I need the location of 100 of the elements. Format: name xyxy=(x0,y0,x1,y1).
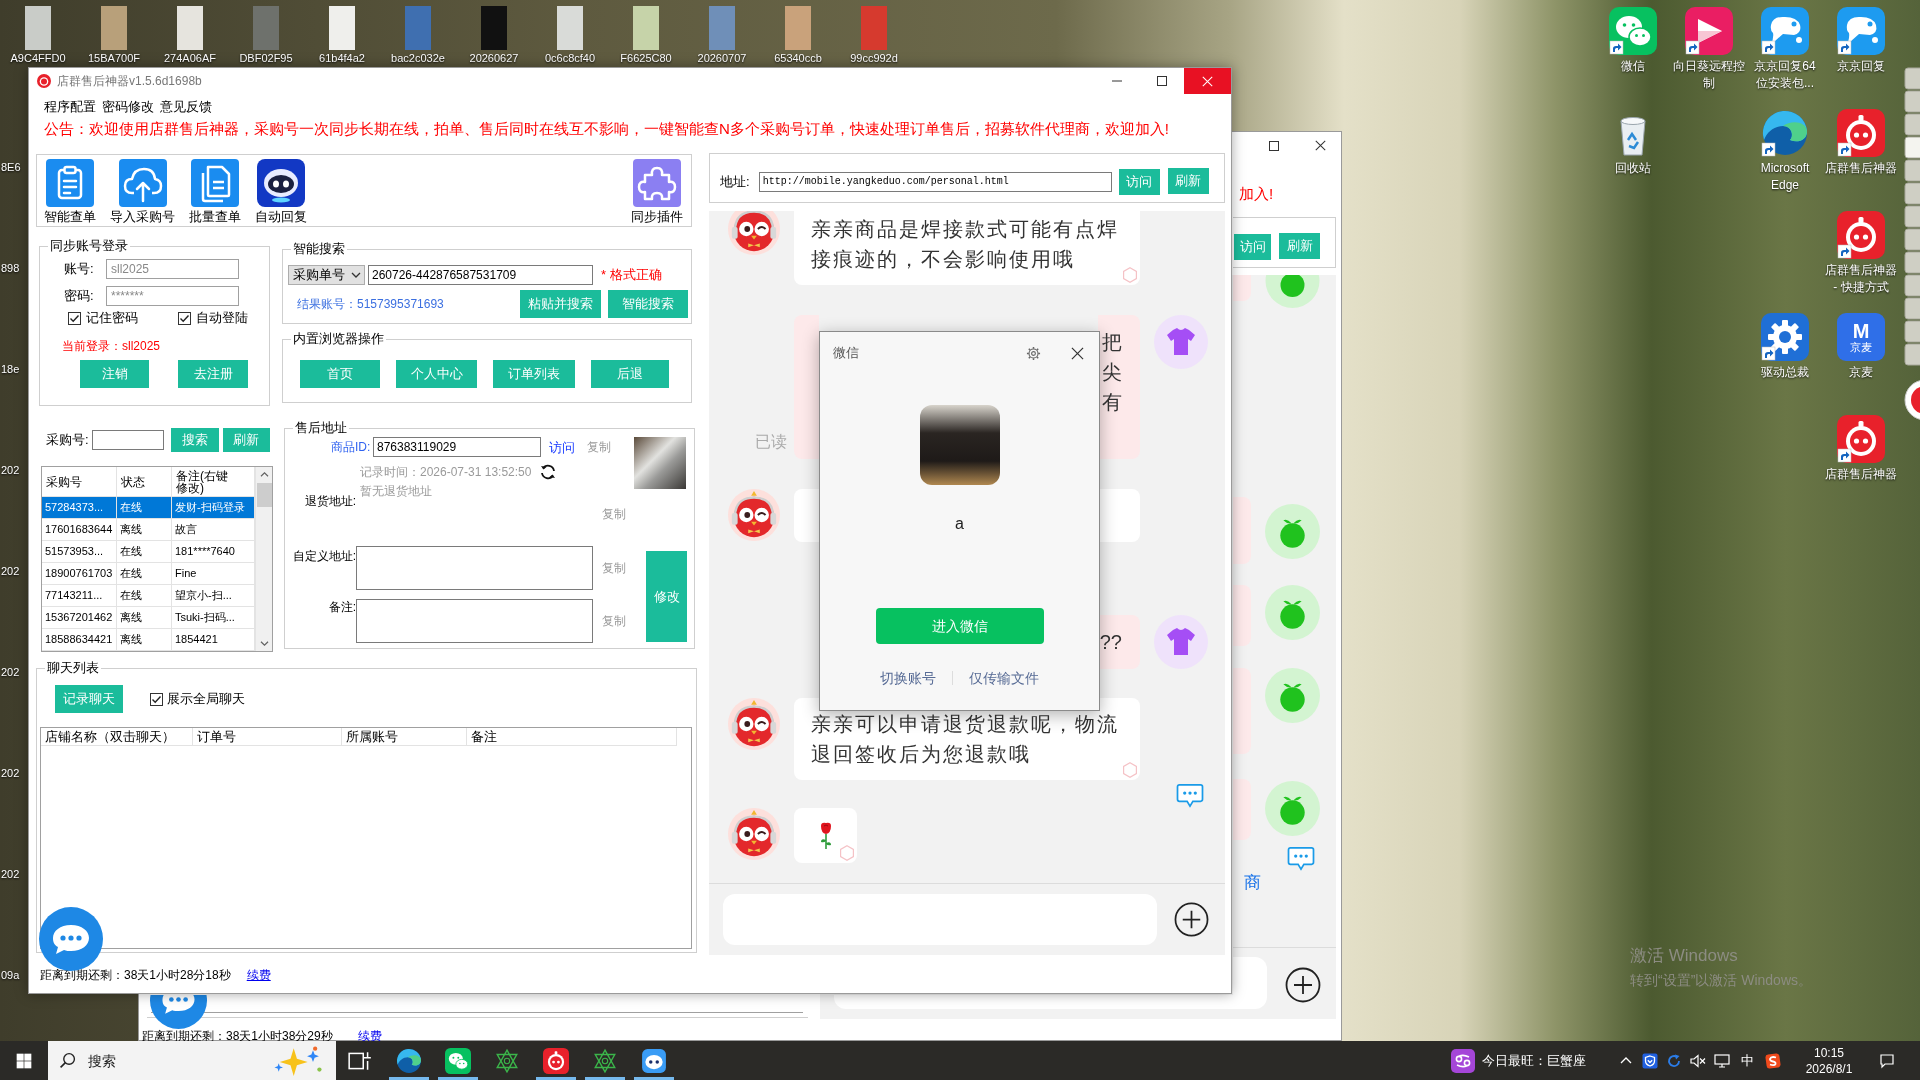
clock-date[interactable]: 2026/8/1 xyxy=(1805,1060,1853,1077)
close-icon[interactable] xyxy=(1315,140,1326,151)
desktop-shortcut[interactable]: 京京回复64位安装包... xyxy=(1747,5,1823,92)
type-dropdown[interactable]: 采购单号 xyxy=(288,265,365,285)
desktop-file[interactable]: 61b4f4a2 xyxy=(304,0,380,66)
maximize-icon[interactable] xyxy=(1156,76,1167,86)
desktop-file[interactable]: DBF02F95 xyxy=(228,0,304,66)
desktop-icon-label[interactable]: 202 xyxy=(1,665,21,679)
table-row[interactable]: 57284373... 在线 发财-扫码登录 xyxy=(42,497,255,519)
file-transfer-link[interactable]: 仅传输文件 xyxy=(969,669,1039,687)
apple-avatar-icon xyxy=(1265,275,1320,308)
message-input[interactable] xyxy=(834,995,1267,1009)
message-input[interactable] xyxy=(1233,957,1267,995)
table-row[interactable]: 17601683644 离线 故言 xyxy=(42,519,255,541)
speaker-muted-icon[interactable] xyxy=(1690,1052,1706,1069)
renew-link[interactable]: 续费 xyxy=(246,968,271,982)
column-header[interactable]: 备注 xyxy=(467,728,677,746)
plus-icon[interactable] xyxy=(1174,902,1209,937)
purchase-number-field[interactable] xyxy=(91,430,164,450)
settings-icon[interactable] xyxy=(1026,345,1041,361)
checkbox[interactable] xyxy=(178,311,191,325)
plus-icon[interactable] xyxy=(1285,967,1321,1003)
toolbar-button[interactable]: 导入采购号 xyxy=(110,159,175,224)
visit-link[interactable]: 访问 xyxy=(549,437,575,459)
column-header[interactable]: 订单号 xyxy=(193,728,342,746)
desktop-file[interactable]: bac2c032e xyxy=(380,0,456,66)
menu-item[interactable]: 意见反馈 xyxy=(160,97,212,117)
swoosh-icon[interactable] xyxy=(1765,1052,1781,1069)
desktop-icon-label[interactable]: 898 xyxy=(1,261,21,275)
account-field[interactable]: sll2025 xyxy=(106,259,239,279)
start-icon[interactable] xyxy=(16,1052,32,1069)
sync-icon[interactable] xyxy=(1666,1052,1682,1069)
desktop-icon-label[interactable]: 18e xyxy=(1,362,21,376)
menu-item[interactable]: 程序配置 xyxy=(44,97,96,117)
custom-address-field[interactable] xyxy=(356,546,593,590)
table-row[interactable]: 51573953... 在线 181****7640 xyxy=(42,541,255,563)
product-id-field[interactable]: 876383119029 xyxy=(373,437,541,457)
desktop-icon-label[interactable]: 09a xyxy=(1,968,21,982)
input-mode-indicator[interactable]: 中 xyxy=(1740,1050,1754,1071)
toolbar-button[interactable]: 自动回复 xyxy=(255,159,307,224)
zodiac-sign-icon[interactable] xyxy=(1451,1048,1475,1073)
desktop-file[interactable]: 65340ccb xyxy=(760,0,836,66)
desktop-icon-label[interactable]: 8E6 xyxy=(1,160,21,174)
table-row[interactable]: 15367201462 离线 Tsuki-扫码... xyxy=(42,607,255,629)
checkbox-label: 自动登陆 xyxy=(196,311,248,325)
desktop-file[interactable]: 20260627 xyxy=(456,0,532,66)
desktop-shortcut[interactable]: 驱动总裁 xyxy=(1747,311,1823,381)
toolbar-button[interactable]: 智能查单 xyxy=(44,159,96,224)
widget-text[interactable]: 今日最旺：巨蟹座 xyxy=(1482,1050,1586,1071)
refresh-icon[interactable] xyxy=(539,463,558,481)
clock-time[interactable]: 10:15 xyxy=(1814,1044,1844,1061)
monitor-icon[interactable] xyxy=(1714,1052,1730,1069)
desktop-shortcut[interactable]: 店群售后神器 - 快捷方式 xyxy=(1823,209,1899,296)
message-bubble xyxy=(1233,497,1251,564)
password-field[interactable]: ******* xyxy=(106,286,239,306)
switch-account-link[interactable]: 切换账号 xyxy=(880,669,936,687)
shield-icon[interactable] xyxy=(1642,1052,1658,1069)
desktop-file[interactable]: 99cc992d xyxy=(836,0,912,66)
menu-item[interactable]: 密码修改 xyxy=(102,97,154,117)
desktop-shortcut[interactable]: Microsoft Edge xyxy=(1747,107,1823,194)
toolbar-button[interactable]: 批量查单 xyxy=(189,159,241,224)
desktop-icon-label[interactable]: 202 xyxy=(1,463,21,477)
notification-icon[interactable] xyxy=(1879,1052,1895,1069)
desktop-file[interactable]: 20260707 xyxy=(684,0,760,66)
desktop-file[interactable]: 0c6c8cf40 xyxy=(532,0,608,66)
desktop-shortcut[interactable]: M 京麦 京麦 xyxy=(1823,311,1899,381)
table-row[interactable]: 77143211... 在线 望京小-扫... xyxy=(42,585,255,607)
desktop-file[interactable]: 15BA700F xyxy=(76,0,152,66)
desktop-file[interactable]: F6625C80 xyxy=(608,0,684,66)
chat-icon[interactable] xyxy=(1287,846,1315,871)
checkbox[interactable] xyxy=(150,692,163,706)
table-row[interactable]: 18900761703 在线 Fine xyxy=(42,563,255,585)
table-row[interactable]: 18588634421 离线 1854421 xyxy=(42,629,255,651)
close-icon[interactable] xyxy=(1071,346,1084,360)
toolbar-button[interactable]: 同步插件 xyxy=(631,159,683,224)
desktop-shortcut[interactable]: 店群售后神器 xyxy=(1823,107,1899,177)
url-field[interactable]: http://mobile.yangkeduo.com/personal.html xyxy=(758,172,1112,192)
chat-link[interactable]: 商 xyxy=(1244,873,1261,893)
desktop-shortcut[interactable]: 京京回复 xyxy=(1823,5,1899,75)
checkbox[interactable] xyxy=(68,311,81,325)
maximize-icon[interactable] xyxy=(1269,141,1279,151)
desktop-icon-label[interactable]: 202 xyxy=(1,867,21,881)
desktop-shortcut[interactable]: 店群售后神器 xyxy=(1823,413,1899,483)
column-header[interactable]: 所属账号 xyxy=(342,728,467,746)
note-field[interactable] xyxy=(356,599,593,643)
search-field[interactable]: 搜索 xyxy=(88,1048,208,1073)
search-bar[interactable]: 搜索 xyxy=(48,1041,336,1080)
desktop-icon-label[interactable]: 202 xyxy=(1,766,21,780)
query-field[interactable]: 260726-442876587531709 xyxy=(368,265,593,285)
scrollbar-thumb[interactable] xyxy=(256,483,272,507)
desktop-shortcut[interactable]: 回收站 xyxy=(1595,107,1671,177)
column-header[interactable]: 店铺名称（双击聊天） xyxy=(41,728,193,746)
desktop-icon-label[interactable]: 202 xyxy=(1,564,21,578)
desktop-shortcut[interactable]: 向日葵远程控制 xyxy=(1671,5,1747,92)
chat-icon[interactable] xyxy=(1176,783,1204,808)
desktop-file[interactable]: A9C4FFD0 xyxy=(0,0,76,66)
chat-bubble-icon[interactable] xyxy=(39,907,103,971)
renew-link[interactable]: 续费 xyxy=(358,1030,382,1042)
desktop-file[interactable]: 274A06AF xyxy=(152,0,228,66)
desktop-shortcut[interactable]: 微信 xyxy=(1595,5,1671,75)
